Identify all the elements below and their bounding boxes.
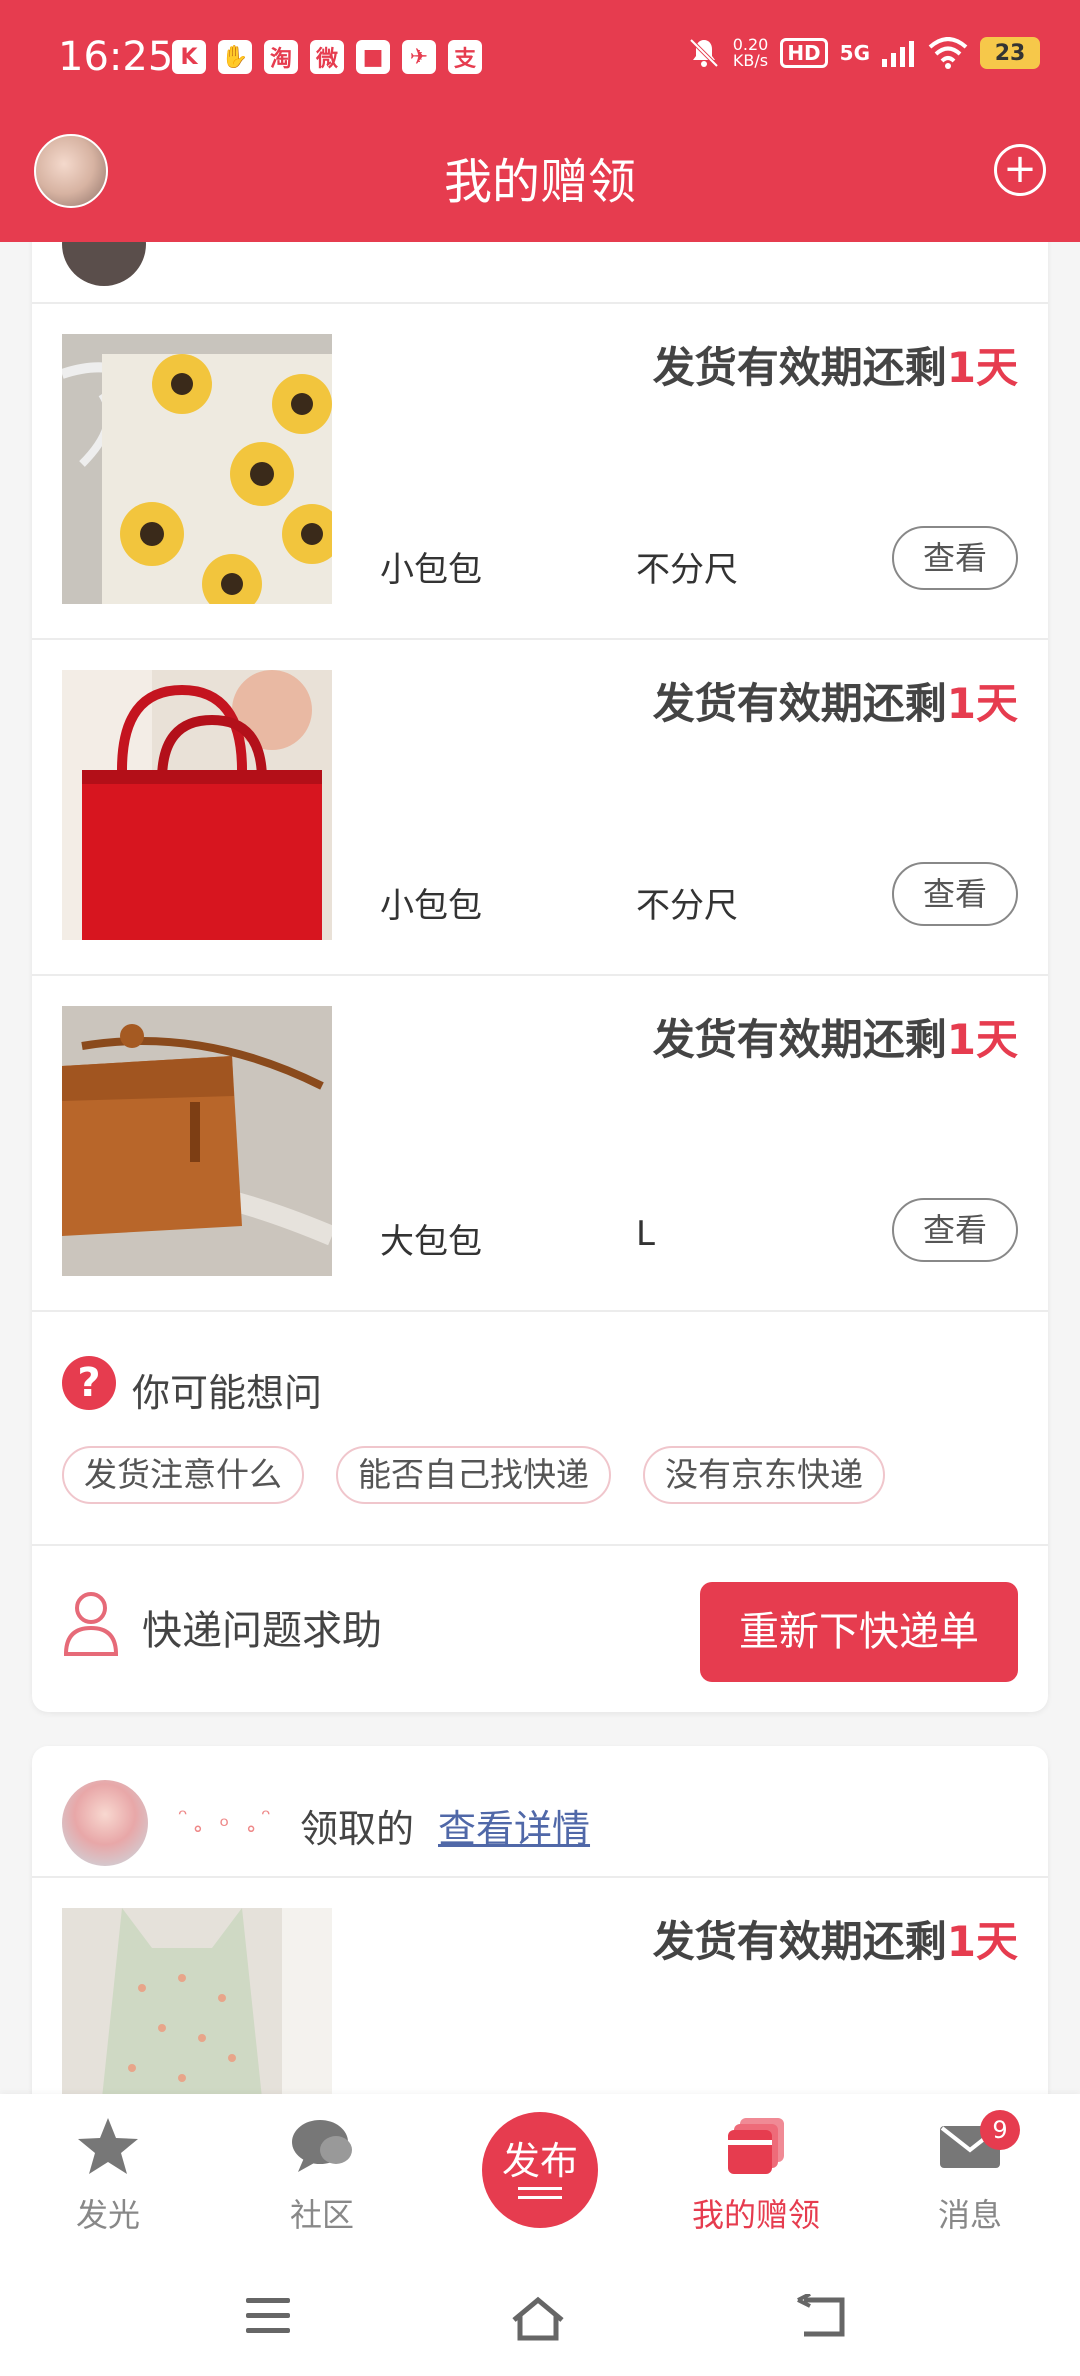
item-photo[interactable] xyxy=(62,1908,332,2098)
list-item[interactable]: 发货有效期还剩1天 大包包 L 查看 xyxy=(32,976,1048,1312)
reorder-courier-button[interactable]: 重新下快递单 xyxy=(700,1582,1018,1682)
list-item[interactable]: 发货有效期还剩1天 小包包 不分尺 查看 xyxy=(32,304,1048,640)
nav-item-my-claims[interactable]: 我的赠领 xyxy=(676,2114,836,2236)
title-bar: 我的赠领 + xyxy=(0,130,1080,230)
back-icon[interactable] xyxy=(796,2294,848,2338)
signal-bars-icon xyxy=(882,41,914,67)
home-icon[interactable] xyxy=(508,2294,568,2342)
menu-icon[interactable] xyxy=(244,2294,292,2338)
item-size: 不分尺 xyxy=(636,550,738,590)
battery-icon: 23 xyxy=(980,37,1040,69)
person-icon xyxy=(63,1592,119,1656)
page-title: 我的赠领 xyxy=(443,154,636,210)
item-name: 小包包 xyxy=(380,550,482,590)
claim-card: 发货有效期还剩1天 小包包 不分尺 查看 发货有效期还剩1天 小包包 不分尺 查… xyxy=(32,170,1048,1712)
notification-icons: K ✋ 淘 微 ■ ✈ 支 xyxy=(172,40,482,74)
shipping-deadline: 发货有效期还剩1天 xyxy=(652,343,1018,392)
nav-item-messages[interactable]: 9 消息 xyxy=(890,2110,1050,2236)
app-notification-icon: ■ xyxy=(356,40,390,74)
shipping-deadline: 发货有效期还剩1天 xyxy=(652,679,1018,728)
view-button[interactable]: 查看 xyxy=(892,862,1018,926)
item-photo[interactable] xyxy=(62,1006,332,1276)
courier-help-title: 快递问题求助 xyxy=(142,1608,382,1654)
chat-bubble-icon xyxy=(292,2120,352,2172)
item-photo[interactable] xyxy=(62,670,332,940)
system-navigation-bar xyxy=(0,2260,1080,2376)
courier-help-section: 快递问题求助 重新下快递单 xyxy=(32,1546,1048,1708)
nav-label: 社区 xyxy=(289,2196,354,2234)
item-name: 小包包 xyxy=(380,886,482,926)
faq-chip-shipping-notes[interactable]: 发货注意什么 xyxy=(62,1446,304,1504)
nav-item-shine[interactable]: 发光 xyxy=(28,2114,188,2236)
item-photo[interactable] xyxy=(62,334,332,604)
faq-title: 你可能想问 xyxy=(132,1371,323,1415)
app-header: 16:25 K ✋ 淘 微 ■ ✈ 支 0.20 KB/s HD 5G 23 我… xyxy=(0,0,1080,242)
nav-label: 我的赠领 xyxy=(691,2196,820,2234)
bottom-navigation: 发光 社区 发布 我的赠领 9 消息 xyxy=(0,2094,1080,2260)
5g-signal-icon: 5G xyxy=(839,41,870,65)
nav-label: 发光 xyxy=(75,2196,140,2234)
wechat-notification-icon: 微 xyxy=(310,40,344,74)
gift-cards-icon xyxy=(728,2118,784,2174)
faq-chips: 发货注意什么 能否自己找快递 没有京东快递 xyxy=(62,1446,885,1504)
kuaishou-notification-icon: K xyxy=(172,40,206,74)
taobao-notification-icon: 淘 xyxy=(264,40,298,74)
faq-chip-own-courier[interactable]: 能否自己找快递 xyxy=(336,1446,611,1504)
card-header: ᵔ˳ ₒ ˳ᵔ 领取的 查看详情 xyxy=(32,1746,1048,1878)
shipping-deadline: 发货有效期还剩1天 xyxy=(652,1015,1018,1064)
item-size: L xyxy=(636,1214,655,1254)
list-item[interactable]: 发货有效期还剩1天 小包包 不分尺 查看 xyxy=(32,640,1048,976)
status-time: 16:25 xyxy=(58,34,174,80)
alipay-notification-icon: 支 xyxy=(448,40,482,74)
publish-button[interactable]: 发布 xyxy=(482,2112,598,2228)
view-button[interactable]: 查看 xyxy=(892,526,1018,590)
mute-bell-icon xyxy=(689,38,719,68)
view-button[interactable]: 查看 xyxy=(892,1198,1018,1262)
wifi-icon xyxy=(928,37,968,69)
item-name: 大包包 xyxy=(380,1222,482,1262)
faq-section: ? 你可能想问 发货注意什么 能否自己找快递 没有京东快递 xyxy=(32,1312,1048,1546)
network-speed: 0.20 KB/s xyxy=(732,35,769,70)
publish-label: 发布 xyxy=(501,2139,578,2183)
claimer-avatar[interactable] xyxy=(62,1780,148,1866)
add-button[interactable]: + xyxy=(994,144,1046,196)
question-icon: ? xyxy=(62,1356,116,1410)
hd-icon: HD xyxy=(780,38,828,68)
claim-text: 领取的 xyxy=(300,1807,415,1851)
status-bar: 16:25 K ✋ 淘 微 ■ ✈ 支 0.20 KB/s HD 5G 23 xyxy=(0,0,1080,115)
view-details-link[interactable]: 查看详情 xyxy=(438,1798,590,1853)
star-icon xyxy=(78,2118,138,2174)
hand-app-notification-icon: ✋ xyxy=(218,40,252,74)
nav-item-community[interactable]: 社区 xyxy=(242,2114,402,2236)
telegram-notification-icon: ✈ xyxy=(402,40,436,74)
system-icons: 0.20 KB/s HD 5G 23 xyxy=(687,36,1040,70)
claimer-name: ᵔ˳ ₒ ˳ᵔ xyxy=(178,1804,276,1832)
message-count-badge: 9 xyxy=(980,2110,1020,2150)
nav-label: 消息 xyxy=(937,2196,1002,2234)
faq-chip-no-jd-express[interactable]: 没有京东快递 xyxy=(643,1446,885,1504)
item-size: 不分尺 xyxy=(636,886,738,926)
shipping-deadline: 发货有效期还剩1天 xyxy=(652,1917,1018,1966)
publish-icon xyxy=(518,2187,562,2199)
